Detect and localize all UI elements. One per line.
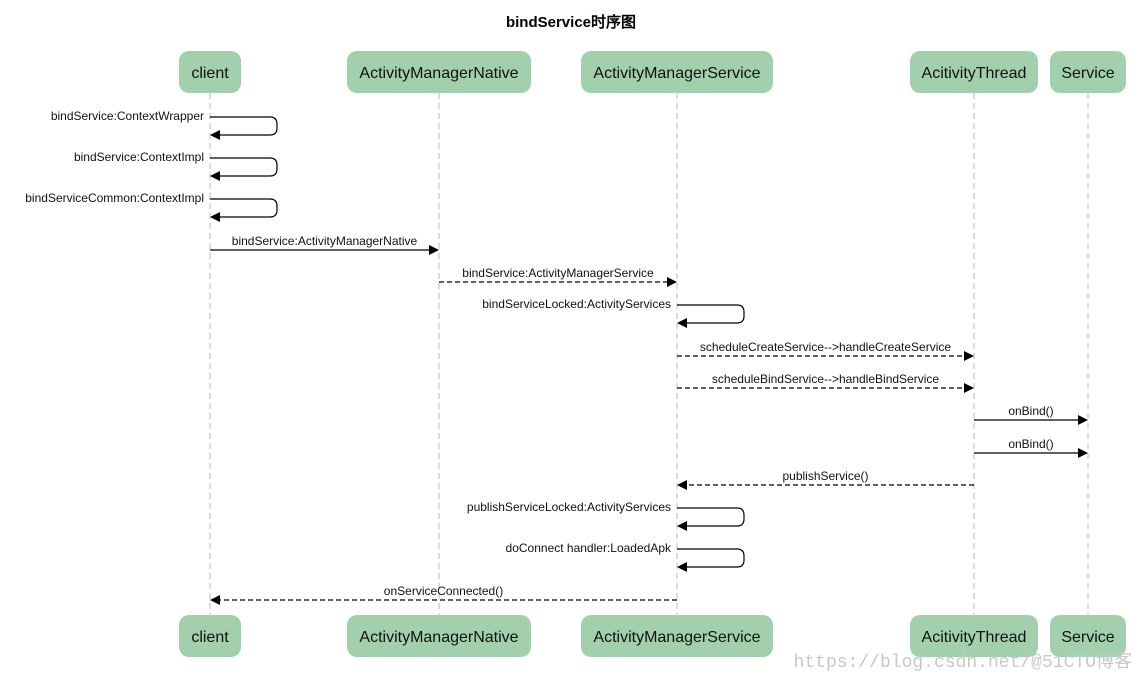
self-message-line bbox=[210, 116, 278, 136]
message-label: bindService:ContextWrapper bbox=[51, 109, 204, 123]
actor-label: AcitivityThread bbox=[922, 65, 1027, 82]
actor-amn-top[interactable]: ActivityManagerNative bbox=[347, 51, 531, 93]
message-10: publishService() bbox=[677, 469, 974, 490]
arrowhead bbox=[677, 521, 687, 531]
self-message-line bbox=[210, 157, 278, 177]
message-label: doConnect handler:LoadedApk bbox=[506, 541, 672, 555]
actor-ams-top[interactable]: ActivityManagerService bbox=[581, 51, 773, 93]
message-2: bindServiceCommon:ContextImpl bbox=[25, 191, 278, 222]
message-7: scheduleBindService-->handleBindService bbox=[677, 372, 974, 393]
arrowhead bbox=[677, 480, 687, 490]
actor-label: AcitivityThread bbox=[922, 629, 1027, 646]
actor-label: client bbox=[191, 629, 229, 646]
message-11: publishServiceLocked:ActivityServices bbox=[467, 500, 745, 531]
message-8: onBind() bbox=[974, 404, 1088, 425]
arrowhead bbox=[667, 277, 677, 287]
actor-amn-bottom[interactable]: ActivityManagerNative bbox=[347, 615, 531, 657]
message-label: bindService:ActivityManagerService bbox=[462, 266, 654, 280]
actor-label: Service bbox=[1061, 65, 1114, 82]
watermark: https://blog.csdn.net/@51CTO博客 bbox=[793, 653, 1132, 673]
arrowhead bbox=[677, 562, 687, 572]
messages: bindService:ContextWrapper bindService:Co… bbox=[25, 109, 1088, 605]
sequence-diagram: bindService时序图 client ActivityManagerNati… bbox=[25, 13, 1126, 657]
message-4: bindService:ActivityManagerService bbox=[439, 266, 677, 287]
actor-label: client bbox=[191, 65, 229, 82]
actor-label: ActivityManagerService bbox=[593, 65, 760, 82]
actor-at-top[interactable]: AcitivityThread bbox=[910, 51, 1038, 93]
message-1: bindService:ContextImpl bbox=[74, 150, 278, 181]
message-label: onBind() bbox=[1008, 437, 1053, 451]
message-label: scheduleBindService-->handleBindService bbox=[712, 372, 939, 386]
lifelines bbox=[209, 93, 1089, 615]
actor-client-top[interactable]: client bbox=[179, 51, 241, 93]
message-0: bindService:ContextWrapper bbox=[51, 109, 278, 140]
message-label: bindService:ActivityManagerNative bbox=[232, 234, 418, 248]
message-label: publishServiceLocked:ActivityServices bbox=[467, 500, 671, 514]
message-12: doConnect handler:LoadedApk bbox=[506, 541, 745, 572]
message-label: scheduleCreateService-->handleCreateServ… bbox=[700, 340, 951, 354]
arrowhead bbox=[429, 245, 439, 255]
message-label: bindServiceLocked:ActivityServices bbox=[482, 297, 671, 311]
arrowhead bbox=[677, 318, 687, 328]
self-message-line bbox=[677, 304, 745, 324]
arrowhead bbox=[210, 595, 220, 605]
actor-client-bottom[interactable]: client bbox=[179, 615, 241, 657]
message-3: bindService:ActivityManagerNative bbox=[210, 234, 439, 255]
actor-label: Service bbox=[1061, 629, 1114, 646]
actor-ams-bottom[interactable]: ActivityManagerService bbox=[581, 615, 773, 657]
arrowhead bbox=[210, 130, 220, 140]
actor-service-top[interactable]: Service bbox=[1050, 51, 1126, 93]
self-message-line bbox=[677, 507, 745, 527]
message-label: onBind() bbox=[1008, 404, 1053, 418]
self-message-line bbox=[210, 198, 278, 218]
arrowhead bbox=[1078, 448, 1088, 458]
self-message-line bbox=[677, 548, 745, 568]
diagram-title: bindService时序图 bbox=[506, 13, 636, 31]
actor-label: ActivityManagerNative bbox=[359, 629, 518, 646]
message-9: onBind() bbox=[974, 437, 1088, 458]
actor-label: ActivityManagerNative bbox=[359, 65, 518, 82]
message-13: onServiceConnected() bbox=[210, 584, 677, 605]
arrowhead bbox=[210, 212, 220, 222]
message-label: onServiceConnected() bbox=[384, 584, 503, 598]
arrowhead bbox=[210, 171, 220, 181]
message-6: scheduleCreateService-->handleCreateServ… bbox=[677, 340, 974, 361]
arrowhead bbox=[964, 383, 974, 393]
message-label: bindServiceCommon:ContextImpl bbox=[25, 191, 204, 205]
message-label: bindService:ContextImpl bbox=[74, 150, 204, 164]
actors-top: client ActivityManagerNative ActivityManag… bbox=[179, 51, 1126, 93]
arrowhead bbox=[964, 351, 974, 361]
message-label: publishService() bbox=[782, 469, 868, 483]
arrowhead bbox=[1078, 415, 1088, 425]
message-5: bindServiceLocked:ActivityServices bbox=[482, 297, 745, 328]
actor-label: ActivityManagerService bbox=[593, 629, 760, 646]
